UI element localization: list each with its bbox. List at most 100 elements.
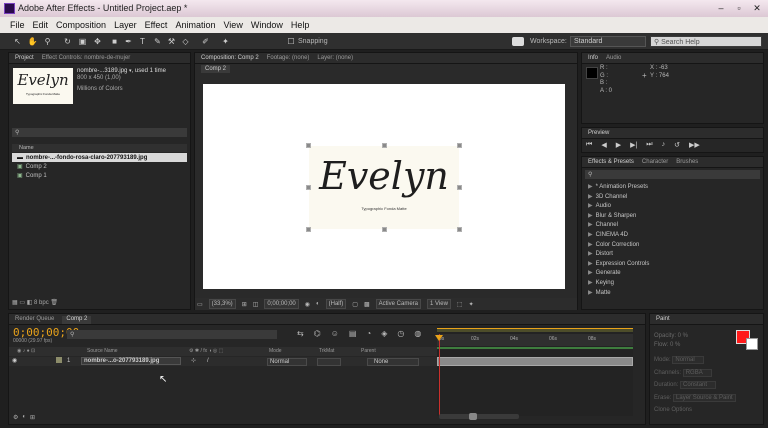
tab-brushes[interactable]: Brushes xyxy=(676,159,698,167)
loop-icon[interactable]: ↺ xyxy=(674,141,680,149)
camera-tool-icon[interactable]: ▣ xyxy=(77,36,88,47)
tab-preview[interactable]: Preview xyxy=(588,130,609,138)
bit-depth-label[interactable]: 8 bpc xyxy=(34,300,49,306)
show-channel-icon[interactable]: ◐ xyxy=(316,301,320,307)
pixel-aspect-icon[interactable]: ⬚ xyxy=(457,301,463,308)
effect-category[interactable]: ▶ Generate xyxy=(582,269,763,279)
first-frame-icon[interactable]: ⏮ xyxy=(586,141,592,149)
project-search-input[interactable]: ⚲ xyxy=(12,128,187,137)
tab-paint[interactable]: Paint xyxy=(656,316,670,324)
tab-audio[interactable]: Audio xyxy=(606,55,621,63)
layer-name[interactable]: nombre-...o-207793189.jpg xyxy=(81,357,181,365)
layer-mode-select[interactable]: Normal xyxy=(267,357,307,366)
layer-fx-icon[interactable]: / xyxy=(207,357,209,366)
paint-opacity[interactable]: Opacity: 0 % xyxy=(654,332,688,341)
tab-render-queue[interactable]: Render Queue xyxy=(15,316,54,324)
timeline-zoom-slider[interactable] xyxy=(439,413,519,420)
effect-category[interactable]: ▶ Keying xyxy=(582,279,763,289)
expand-icon[interactable]: ⊞ xyxy=(30,414,35,421)
label-color-swatch[interactable] xyxy=(56,357,64,366)
project-item-image[interactable]: ▬ nombre-...-fondo-rosa-claro-207793189.j… xyxy=(12,153,187,162)
project-item-comp1[interactable]: ▣ Comp 1 xyxy=(12,171,187,180)
frame-blending-icon[interactable]: ▤ xyxy=(349,329,357,338)
time-graph[interactable]: 0s 02s 04s 06s 08s xyxy=(435,326,633,416)
brush-tool-icon[interactable]: ✎ xyxy=(152,36,163,47)
menu-help[interactable]: Help xyxy=(291,20,310,33)
menu-effect[interactable]: Effect xyxy=(145,20,168,33)
timeline-search-input[interactable]: ⚲ xyxy=(67,330,277,339)
trash-icon[interactable]: 🗑 xyxy=(50,300,58,306)
paint-flow[interactable]: Flow: 0 % xyxy=(654,341,688,350)
paint-erase-select[interactable]: Layer Source & Paint xyxy=(673,393,736,402)
visibility-eye-icon[interactable]: ◉ xyxy=(12,357,17,366)
tab-character[interactable]: Character xyxy=(642,159,668,167)
draft-3d-icon[interactable]: ⌬ xyxy=(314,329,321,338)
menu-view[interactable]: View xyxy=(223,20,242,33)
effect-category[interactable]: ▶ Distort xyxy=(582,250,763,260)
effect-category[interactable]: ▶ * Animation Presets xyxy=(582,183,763,193)
new-comp-icon[interactable]: ◧ xyxy=(27,300,33,306)
transform-handle[interactable] xyxy=(306,143,311,148)
tab-layer[interactable]: Layer: (none) xyxy=(317,55,353,63)
search-help-input[interactable]: ⚲ Search Help xyxy=(650,36,762,47)
mute-audio-icon[interactable]: ♪ xyxy=(662,141,666,149)
menu-edit[interactable]: Edit xyxy=(33,20,49,33)
comp-mini-flowchart-icon[interactable]: ⇆ xyxy=(297,329,304,338)
new-folder-icon[interactable]: ▭ xyxy=(19,300,25,306)
tab-comp2-timeline[interactable]: Comp 2 xyxy=(62,316,92,324)
maximize-button[interactable]: ▫ xyxy=(732,2,746,14)
toggle-switches-icon[interactable]: ⚙ xyxy=(13,414,18,421)
menu-animation[interactable]: Animation xyxy=(175,20,215,33)
effect-category[interactable]: ▶ Expression Controls xyxy=(582,260,763,270)
layer-parent-select[interactable]: None xyxy=(367,357,419,366)
layer-row[interactable]: ◉ 1 nombre-...o-207793189.jpg ⊹ / Normal… xyxy=(9,357,437,366)
region-of-interest-icon[interactable]: ▢ xyxy=(352,301,358,308)
graph-editor-icon[interactable]: ◷ xyxy=(397,329,404,338)
clone-stamp-tool-icon[interactable]: ⚒ xyxy=(166,36,177,47)
play-icon[interactable]: ▶ xyxy=(616,141,621,149)
safe-zones-icon[interactable]: ⊞ xyxy=(242,301,247,308)
parent-header[interactable]: Parent xyxy=(361,347,376,356)
always-preview-icon[interactable]: ▭ xyxy=(197,301,203,308)
close-button[interactable]: ✕ xyxy=(750,2,764,14)
transform-handle[interactable] xyxy=(382,143,387,148)
comp-subtab[interactable]: Comp 2 xyxy=(201,65,231,73)
last-frame-icon[interactable]: ⏭ xyxy=(646,141,652,149)
mask-visibility-icon[interactable]: ◫ xyxy=(253,301,259,308)
effect-category[interactable]: ▶ 3D Channel xyxy=(582,193,763,203)
interpret-footage-icon[interactable]: ▦ xyxy=(12,300,18,306)
background-color-swatch[interactable] xyxy=(746,338,758,350)
playhead-line[interactable] xyxy=(439,334,440,416)
transform-handle[interactable] xyxy=(457,227,462,232)
trkmat-header[interactable]: TrkMat xyxy=(319,347,334,356)
tab-footage[interactable]: Footage: (none) xyxy=(267,55,310,63)
shy-icon[interactable]: ☺ xyxy=(331,329,339,338)
zoom-tool-icon[interactable]: ⚲ xyxy=(42,36,53,47)
next-frame-icon[interactable]: ▶| xyxy=(630,141,637,149)
paint-channels-select[interactable]: RGBA xyxy=(682,368,712,377)
ram-preview-icon[interactable]: ▶▶ xyxy=(689,141,700,149)
source-name-header[interactable]: Source Name xyxy=(87,347,118,356)
pen-tool-icon[interactable]: ✒ xyxy=(123,36,134,47)
camera-view-select[interactable]: Active Camera xyxy=(375,299,421,309)
work-area-bar[interactable] xyxy=(437,328,633,332)
snapshot-icon[interactable]: ◉ xyxy=(305,301,310,308)
layer-duration-bar[interactable] xyxy=(437,357,633,366)
resolution-select[interactable]: (Half) xyxy=(325,299,347,309)
zoom-slider-thumb[interactable] xyxy=(469,413,477,420)
effect-category[interactable]: ▶ Channel xyxy=(582,221,763,231)
current-time-display[interactable]: 0;00;00;00 xyxy=(264,299,299,309)
eraser-tool-icon[interactable]: ◇ xyxy=(180,36,191,47)
transform-handle[interactable] xyxy=(306,185,311,190)
menu-composition[interactable]: Composition xyxy=(56,20,106,33)
auto-keyframe-icon[interactable]: ◍ xyxy=(414,329,421,338)
fast-previews-icon[interactable]: ✦ xyxy=(469,301,474,308)
workspace-select[interactable]: Standard xyxy=(570,36,646,47)
roto-brush-tool-icon[interactable]: ✐ xyxy=(200,36,211,47)
view-layout-select[interactable]: 1 View xyxy=(427,299,451,309)
layer-switch-icon[interactable]: ⊹ xyxy=(191,357,196,366)
pan-behind-tool-icon[interactable]: ✥ xyxy=(92,36,103,47)
effect-category[interactable]: ▶ Blur & Sharpen xyxy=(582,212,763,222)
type-tool-icon[interactable]: T xyxy=(137,36,148,47)
name-column-header[interactable]: Name xyxy=(12,144,187,152)
